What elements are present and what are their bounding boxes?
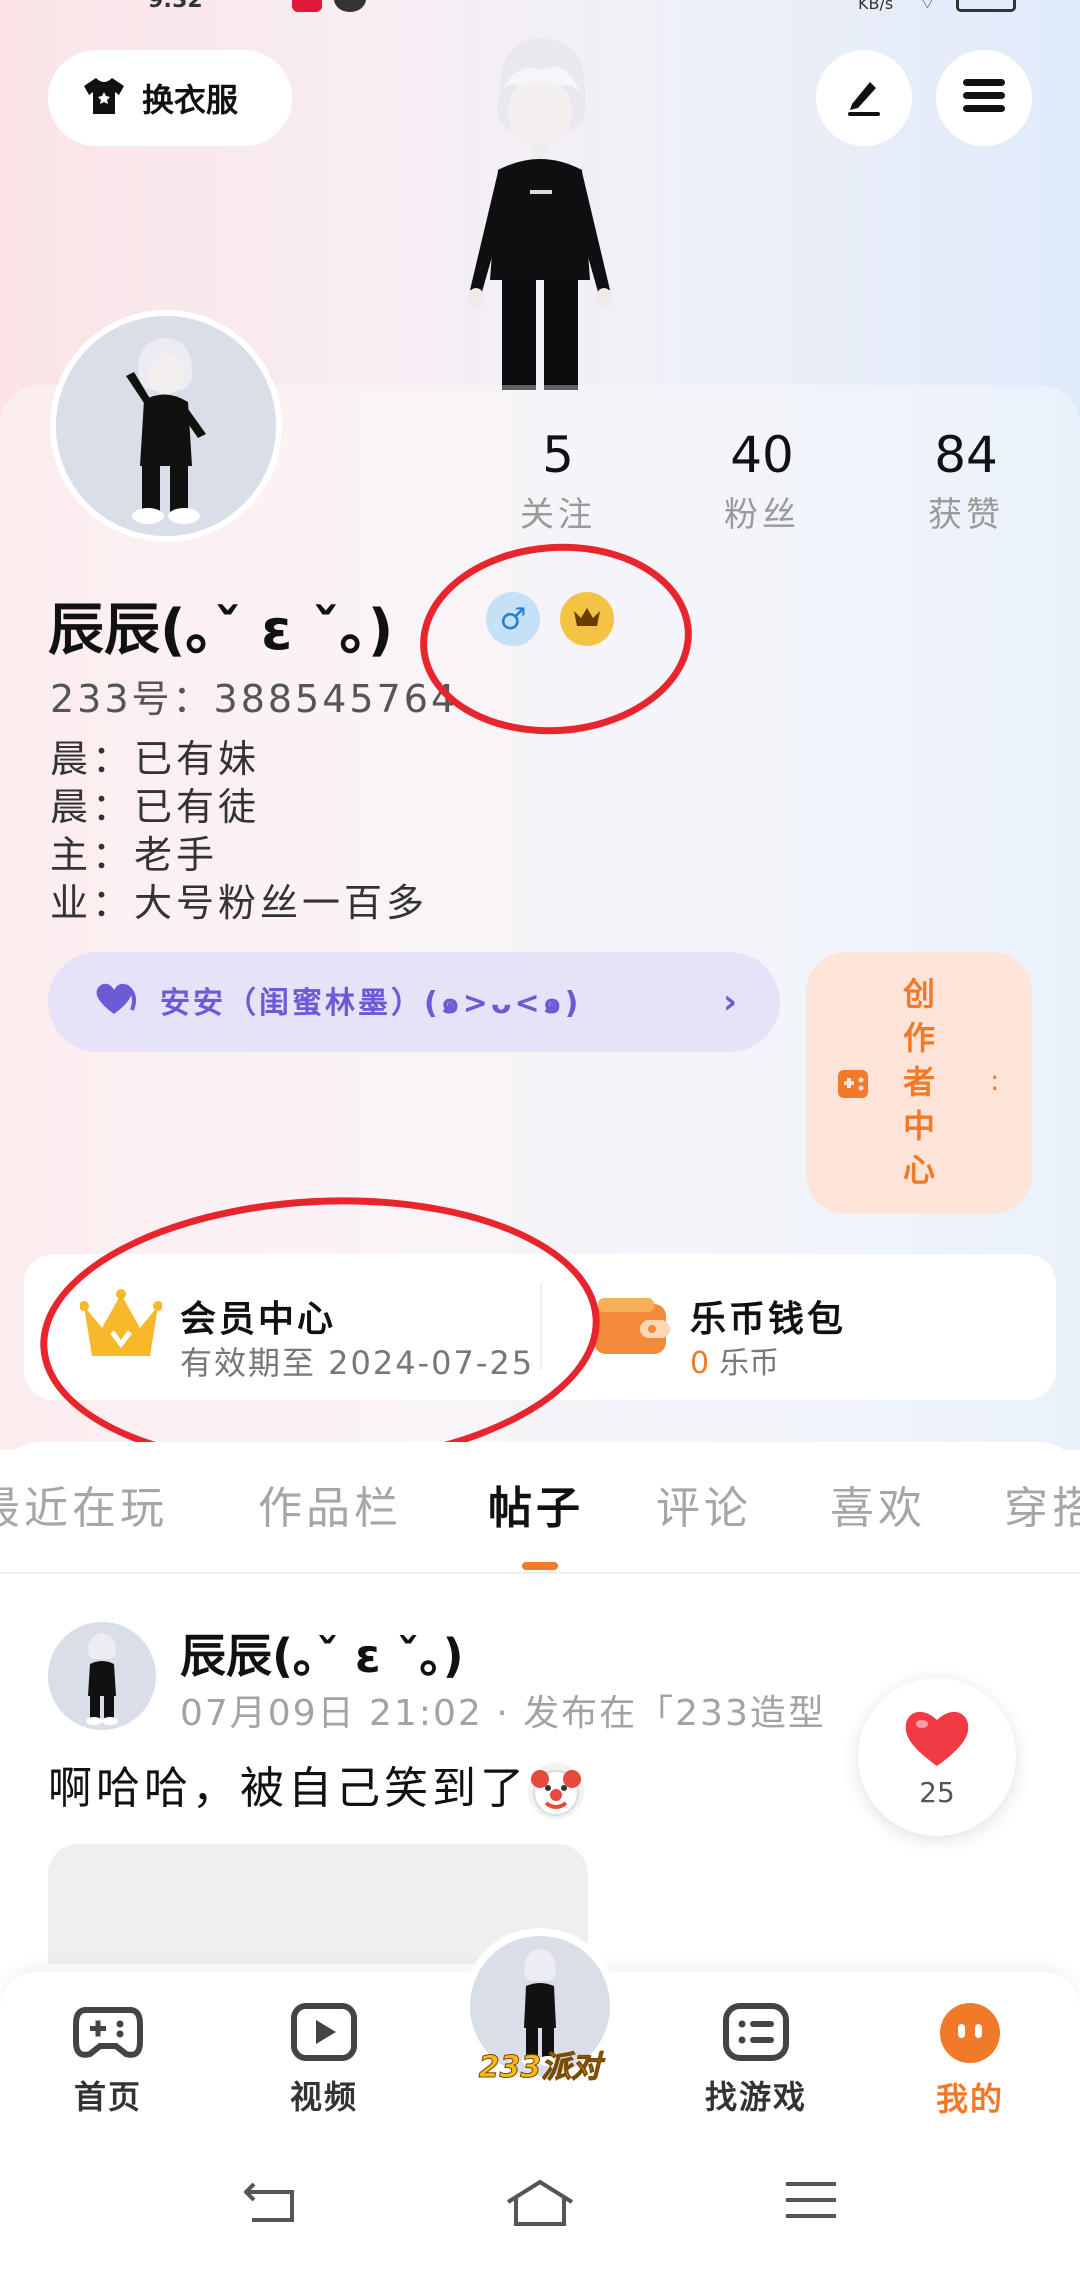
wallet-balance: 0	[690, 1346, 710, 1381]
list-icon	[722, 2003, 790, 2066]
hamburger-icon	[961, 76, 1007, 120]
active-tab-indicator	[522, 1562, 558, 1570]
wifi-icon: ⌔	[918, 0, 937, 14]
creator-center-label: 创作者中心	[902, 975, 935, 1189]
battery-icon	[956, 0, 1016, 12]
chat-notification-icon	[334, 0, 366, 12]
profile-nickname: 辰辰(｡ˇ ε ˇ｡)	[48, 598, 394, 663]
stat-following[interactable]: 5 关注	[488, 425, 628, 536]
nav-find-games[interactable]: 找游戏	[686, 2002, 826, 2118]
chevron-right-icon: ›	[722, 982, 740, 1022]
vip-crown-badge[interactable]	[560, 592, 614, 646]
change-outfit-button[interactable]: 换衣服	[48, 50, 292, 146]
male-symbol-icon: ♂	[499, 601, 527, 637]
creator-gamepad-icon	[836, 1064, 872, 1104]
shirt-icon	[82, 76, 126, 120]
wallet-unit: 乐币	[719, 1346, 780, 1381]
home-icon[interactable]	[504, 2178, 576, 2232]
membership-wallet-row: 会员中心 有效期至 2024-07-25 乐币钱包 0 乐币	[24, 1254, 1056, 1400]
nav-party-label: 233派对	[478, 2050, 602, 2086]
post-text-content: 啊哈哈，被自己笑到了	[48, 1763, 528, 1814]
crown-icon	[572, 605, 602, 633]
nav-home[interactable]: 首页	[38, 2002, 178, 2118]
profile-bio: 晨：已有妹 晨：已有徒 主：老手 业：大号粉丝一百多	[50, 735, 428, 927]
member-validity: 有效期至 2024-07-25	[180, 1344, 535, 1382]
like-button[interactable]: 25	[858, 1678, 1016, 1836]
post-author-avatar[interactable]	[48, 1622, 156, 1730]
tab-outfits[interactable]: 穿搭	[1004, 1472, 1080, 1536]
likes-label: 获赞	[928, 495, 1004, 535]
gamepad-icon	[72, 2007, 144, 2066]
recording-icon	[292, 0, 322, 12]
gender-male-badge: ♂	[486, 592, 540, 646]
video-icon	[290, 2003, 358, 2066]
recents-menu-icon[interactable]	[784, 2178, 838, 2226]
following-label: 关注	[520, 495, 596, 535]
tab-recently-played[interactable]: 最近在玩	[0, 1472, 168, 1536]
stat-followers[interactable]: 40 粉丝	[692, 425, 832, 536]
nav-video[interactable]: 视频	[254, 2002, 394, 2118]
followers-label: 粉丝	[724, 495, 800, 535]
profile-face-icon	[937, 2003, 1003, 2068]
back-icon[interactable]	[243, 2178, 298, 2228]
post-author-name[interactable]: 辰辰(｡ˇ ε ˇ｡)	[180, 1620, 464, 1686]
bio-line: 主：老手	[50, 833, 219, 877]
like-count: 25	[919, 1776, 955, 1809]
tabs-divider	[0, 1572, 1080, 1574]
tab-comments[interactable]: 评论	[656, 1472, 752, 1536]
stat-likes[interactable]: 84 获赞	[896, 425, 1036, 536]
status-bar: 9:32 KB/s ⌔	[0, 0, 1080, 20]
system-navigation-bar	[0, 2132, 1080, 2276]
bio-line: 业：大号粉丝一百多	[50, 881, 429, 925]
followers-count: 40	[730, 426, 794, 484]
creator-center-button[interactable]: 创作者中心 :	[806, 952, 1032, 1214]
edit-profile-button[interactable]	[816, 50, 912, 146]
nav-mine-label: 我的	[935, 2080, 1004, 2118]
profile-avatar[interactable]	[50, 310, 282, 542]
wallet-balance-line: 0 乐币	[690, 1338, 779, 1382]
nav-home-label: 首页	[73, 2078, 142, 2116]
bio-line: 晨：已有妹	[50, 737, 261, 781]
nav-find-games-label: 找游戏	[704, 2078, 807, 2116]
row-divider	[540, 1284, 542, 1370]
network-speed: KB/s	[858, 0, 894, 13]
avatar-3d-character[interactable]	[440, 30, 640, 390]
content-tabs: 最近在玩 作品栏 帖子 评论 喜欢 穿搭	[0, 1442, 1080, 1572]
nav-video-label: 视频	[289, 2078, 358, 2116]
creator-center-colon: :	[990, 1064, 1000, 1097]
change-outfit-label: 换衣服	[142, 81, 239, 119]
tab-works[interactable]: 作品栏	[258, 1472, 402, 1536]
post-meta: 07月09日 21:02 · 发布在「233造型	[180, 1693, 826, 1734]
status-time: 9:32	[148, 0, 203, 13]
pen-icon	[842, 74, 886, 122]
purple-heart-icon	[92, 980, 140, 1024]
post-text: 啊哈哈，被自己笑到了	[48, 1752, 584, 1819]
member-center-title: 会员中心	[180, 1299, 337, 1340]
user-id: 233号：388545764	[50, 677, 459, 721]
menu-button[interactable]	[936, 50, 1032, 146]
wallet-title: 乐币钱包	[690, 1299, 847, 1340]
clown-emoji-icon	[528, 1763, 584, 1819]
nav-mine[interactable]: 我的	[900, 2002, 1040, 2120]
tab-posts[interactable]: 帖子	[488, 1472, 584, 1536]
likes-count: 84	[934, 426, 998, 484]
tab-favorites[interactable]: 喜欢	[830, 1472, 926, 1536]
bio-line: 晨：已有徒	[50, 785, 261, 829]
following-count: 5	[542, 426, 574, 484]
nav-party[interactable]: 233派对	[462, 1928, 618, 2086]
relationship-text: 安安（闺蜜林墨）(๑>ᴗ<๑)	[160, 985, 582, 1021]
relationship-card[interactable]: 安安（闺蜜林墨）(๑>ᴗ<๑) ›	[48, 952, 780, 1052]
